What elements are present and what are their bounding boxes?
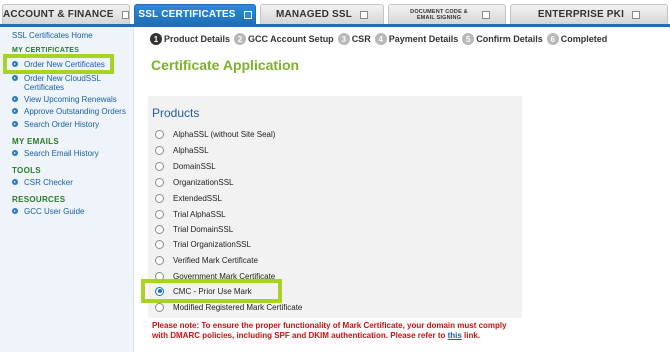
- radio-button[interactable]: [155, 302, 164, 312]
- step-payment-details: 4 Payment Details: [374, 33, 458, 45]
- arrow-bullet-icon: [12, 96, 18, 102]
- top-tab-bar: ACCOUNT & FINANCE SSL CERTIFICATES MANAG…: [0, 0, 670, 26]
- sidebar-item-search-email-history[interactable]: Search Email History: [24, 149, 99, 158]
- radio-button[interactable]: [155, 177, 164, 187]
- product-option[interactable]: Trial AlphaSSL: [155, 208, 226, 220]
- product-option[interactable]: AlphaSSL (without Site Seal): [155, 128, 275, 140]
- product-option[interactable]: DomainSSL: [155, 160, 216, 172]
- radio-button[interactable]: [155, 255, 164, 265]
- step-product-details: 1 Product Details: [150, 33, 230, 45]
- arrow-bullet-icon: [12, 179, 18, 185]
- step-confirm-details: 5 Confirm Details: [462, 33, 543, 45]
- product-option[interactable]: Trial DomainSSL: [155, 223, 233, 235]
- radio-button[interactable]: [155, 209, 164, 219]
- product-option[interactable]: Verified Mark Certificate: [155, 254, 258, 266]
- menu-toggle-icon: [632, 10, 641, 19]
- radio-button[interactable]: [155, 224, 164, 234]
- tab-document-code-email-signing[interactable]: DOCUMENT CODE & EMAIL SIGNING: [388, 4, 506, 24]
- progress-steps: 1 Product Details 2 GCC Account Setup 3 …: [150, 32, 611, 46]
- sidebar-home-link[interactable]: SSL Certificates Home: [12, 31, 93, 40]
- arrow-bullet-icon: [12, 75, 18, 81]
- step-completed: 6 Completed: [546, 33, 607, 45]
- highlight-selected-product: [141, 279, 282, 303]
- product-option[interactable]: ExtendedSSL: [155, 192, 222, 204]
- arrow-bullet-icon: [12, 208, 18, 214]
- sidebar-heading-resources: RESOURCES: [12, 195, 66, 204]
- menu-toggle-icon: [482, 10, 490, 19]
- menu-toggle-icon: [243, 10, 252, 19]
- sidebar-item-view-upcoming-renewals[interactable]: View Upcoming Renewals: [24, 95, 117, 104]
- sidebar-item-csr-checker[interactable]: CSR Checker: [24, 178, 73, 187]
- tab-ssl-certificates[interactable]: SSL CERTIFICATES: [134, 4, 256, 24]
- sidebar-heading-certificates: MY CERTIFICATES: [12, 47, 80, 54]
- product-option[interactable]: OrganizationSSL: [155, 176, 233, 188]
- tab-managed-ssl[interactable]: MANAGED SSL: [260, 4, 384, 24]
- sidebar-item-order-new-cloudssl[interactable]: Order New CloudSSL Certificates: [24, 74, 124, 92]
- sidebar-item-approve-outstanding-orders[interactable]: Approve Outstanding Orders: [24, 107, 126, 116]
- sidebar-item-search-order-history[interactable]: Search Order History: [24, 120, 99, 129]
- radio-button[interactable]: [155, 161, 164, 171]
- sidebar-heading-tools: TOOLS: [12, 166, 41, 175]
- sidebar-item-gcc-user-guide[interactable]: GCC User Guide: [24, 207, 84, 216]
- menu-toggle-icon: [360, 10, 369, 19]
- product-option[interactable]: Trial OrganizationSSL: [155, 238, 251, 250]
- radio-button[interactable]: [155, 145, 164, 155]
- arrow-bullet-icon: [12, 121, 18, 127]
- page-title: Certificate Application: [151, 57, 300, 73]
- radio-button[interactable]: [155, 193, 164, 203]
- menu-toggle-icon: [121, 10, 129, 19]
- arrow-bullet-icon: [12, 108, 18, 114]
- mark-certificate-note: Please note: To ensure the proper functi…: [152, 321, 507, 340]
- radio-button[interactable]: [155, 239, 164, 249]
- tab-account-finance[interactable]: ACCOUNT & FINANCE: [2, 4, 130, 24]
- products-heading: Products: [152, 106, 200, 120]
- highlight-order-new-certificates: [3, 54, 114, 74]
- step-gcc-account-setup: 2 GCC Account Setup: [234, 33, 334, 45]
- radio-button[interactable]: [155, 129, 164, 139]
- note-link[interactable]: this: [448, 331, 462, 340]
- tab-enterprise-pki[interactable]: ENTERPRISE PKI: [510, 4, 668, 24]
- arrow-bullet-icon: [12, 150, 18, 156]
- step-csr: 3 CSR: [337, 33, 371, 45]
- product-option[interactable]: AlphaSSL: [155, 144, 209, 156]
- sidebar-heading-my-emails: MY EMAILS: [12, 137, 60, 146]
